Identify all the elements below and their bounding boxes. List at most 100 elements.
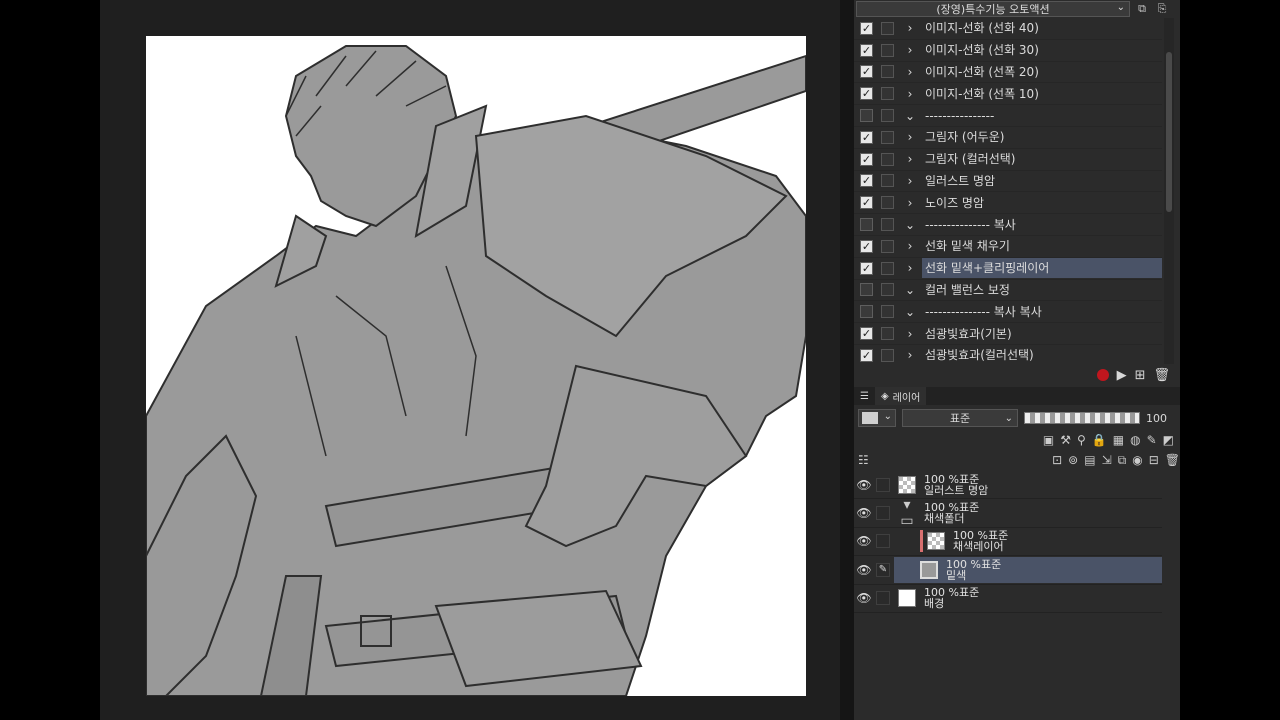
- dialog-toggle[interactable]: [881, 21, 894, 35]
- auto-action-item[interactable]: ✓ › 섬광빛효과(컬러선택): [854, 345, 1162, 364]
- dialog-toggle[interactable]: [881, 239, 894, 253]
- chevron-right-icon[interactable]: ›: [902, 196, 918, 210]
- auto-action-item[interactable]: ✓ › 그림자 (어두운): [854, 127, 1162, 149]
- chevron-right-icon[interactable]: ›: [902, 130, 918, 144]
- layer-lock-toggle[interactable]: [876, 591, 890, 606]
- auto-action-item[interactable]: ✓ › 섬광빛효과(기본): [854, 323, 1162, 345]
- chevron-right-icon[interactable]: ›: [902, 152, 918, 166]
- auto-action-item[interactable]: ⌄ --------------- 복사 복사: [854, 301, 1162, 324]
- dialog-toggle[interactable]: [881, 305, 894, 319]
- layer-lock-toggle[interactable]: [876, 477, 890, 492]
- chevron-right-icon[interactable]: ›: [902, 239, 918, 253]
- layer-body[interactable]: 100 %표준 배경: [894, 585, 1162, 611]
- enable-checkbox[interactable]: ✓: [860, 327, 873, 341]
- opacity-slider[interactable]: [1024, 412, 1140, 424]
- dialog-toggle[interactable]: [881, 348, 894, 362]
- chevron-right-icon[interactable]: ›: [902, 174, 918, 188]
- layer-color-picker[interactable]: ⌄: [858, 409, 896, 427]
- tab-layer[interactable]: ◈ 레이어: [874, 387, 927, 405]
- auto-action-item[interactable]: ✓ › 선화 밑색+클리핑레이어: [854, 258, 1162, 280]
- mask-icon[interactable]: ◍: [1130, 433, 1140, 447]
- auto-action-item[interactable]: ✓ › 선화 밑색 채우기: [854, 236, 1162, 258]
- layer-body[interactable]: 100 %표준 일러스트 명암: [894, 472, 1162, 498]
- mask-create-icon[interactable]: ◉: [1132, 453, 1142, 467]
- dialog-toggle[interactable]: [881, 196, 894, 210]
- dialog-toggle[interactable]: [881, 283, 894, 297]
- chevron-down-icon[interactable]: ⌄: [902, 109, 918, 123]
- drawing-canvas[interactable]: [146, 36, 806, 696]
- enable-checkbox[interactable]: [860, 283, 873, 297]
- new-raster-icon[interactable]: ⊡: [1052, 453, 1062, 467]
- chevron-right-icon[interactable]: ›: [902, 43, 918, 57]
- enable-checkbox[interactable]: ✓: [860, 130, 873, 144]
- layer-lock-toggle[interactable]: [876, 506, 890, 521]
- enable-checkbox[interactable]: ✓: [860, 152, 873, 166]
- panel-divider[interactable]: [840, 0, 854, 720]
- auto-action-item[interactable]: ✓ › 이미지-선화 (선폭 20): [854, 62, 1162, 84]
- dialog-toggle[interactable]: [881, 109, 894, 123]
- enable-checkbox[interactable]: ✓: [860, 43, 873, 57]
- auto-action-item[interactable]: ✓ › 그림자 (컬러선택): [854, 149, 1162, 171]
- auto-action-set-select[interactable]: (장영)특수기능 오토액션 ⌄: [856, 1, 1130, 17]
- enable-checkbox[interactable]: ✓: [860, 261, 873, 275]
- auto-action-item[interactable]: ⌄ 컬러 밸런스 보정: [854, 280, 1162, 302]
- auto-action-scrollbar[interactable]: [1164, 18, 1174, 364]
- enable-checkbox[interactable]: ✓: [860, 21, 873, 35]
- eye-icon[interactable]: 👁: [856, 591, 872, 605]
- dialog-toggle[interactable]: [881, 43, 894, 57]
- layer-body[interactable]: ▾ ▭ 100 %표준 채색폴더: [894, 497, 1162, 529]
- auto-action-item[interactable]: ✓ › 일러스트 명암: [854, 171, 1162, 193]
- layer-body[interactable]: 100 %표준 밑색: [894, 556, 1162, 583]
- auto-action-item[interactable]: ⌄ --------------- 복사: [854, 214, 1162, 236]
- chevron-down-icon[interactable]: ⌄: [902, 283, 918, 297]
- auto-action-item[interactable]: ✓ › 이미지-선화 (선폭 10): [854, 83, 1162, 106]
- record-icon[interactable]: [1096, 369, 1109, 381]
- delete-layer-icon[interactable]: 🗑: [1165, 453, 1180, 467]
- enable-checkbox[interactable]: ✓: [860, 174, 873, 188]
- export-icon[interactable]: ⎘: [1154, 2, 1170, 16]
- dialog-toggle[interactable]: [881, 261, 894, 275]
- layer-lock-toggle[interactable]: [876, 534, 890, 549]
- enable-checkbox[interactable]: [860, 218, 873, 232]
- chevron-down-icon[interactable]: ⌄: [902, 218, 918, 232]
- opacity-value[interactable]: 100: [1146, 412, 1167, 425]
- enable-checkbox[interactable]: ✓: [860, 65, 873, 79]
- add-action-icon[interactable]: ⊞: [1135, 368, 1146, 383]
- enable-checkbox[interactable]: ✓: [860, 348, 873, 362]
- lock-transparency-icon[interactable]: ▦: [1113, 433, 1124, 447]
- dialog-toggle[interactable]: [881, 327, 894, 341]
- dialog-toggle[interactable]: [881, 152, 894, 166]
- layer-row[interactable]: 👁 ▾ ▭ 100 %표준 채색폴더: [854, 497, 1162, 529]
- enable-checkbox[interactable]: [860, 109, 873, 123]
- eye-icon[interactable]: 👁: [856, 534, 872, 548]
- enable-checkbox[interactable]: ✓: [860, 87, 873, 101]
- chevron-right-icon[interactable]: ›: [902, 261, 918, 275]
- auto-action-item[interactable]: ✓ › 이미지-선화 (선화 30): [854, 40, 1162, 62]
- chevron-right-icon[interactable]: ›: [902, 327, 918, 341]
- copy-set-icon[interactable]: ⧉: [1134, 2, 1150, 16]
- ruler-icon[interactable]: ✎: [1147, 433, 1157, 447]
- blend-mode-select[interactable]: 표준 ⌄: [902, 409, 1018, 427]
- layer-row[interactable]: 👁 100 %표준 채색레이어: [854, 528, 1162, 557]
- chevron-down-icon[interactable]: ⌄: [902, 305, 918, 319]
- chevron-right-icon[interactable]: ›: [902, 21, 918, 35]
- enable-checkbox[interactable]: ✓: [860, 239, 873, 253]
- layer-property-icon[interactable]: ☷: [858, 453, 869, 467]
- combine-icon[interactable]: ⧉: [1118, 453, 1127, 468]
- auto-action-item[interactable]: ✓ › 이미지-선화 (선화 40): [854, 18, 1162, 40]
- auto-action-item[interactable]: ✓ › 노이즈 명암: [854, 192, 1162, 215]
- apply-mask-icon[interactable]: ⊟: [1149, 453, 1159, 467]
- enable-checkbox[interactable]: ✓: [860, 196, 873, 210]
- scroll-thumb[interactable]: [1166, 52, 1172, 212]
- chevron-right-icon[interactable]: ›: [902, 348, 918, 362]
- auto-action-item[interactable]: ⌄ ----------------: [854, 105, 1162, 127]
- layer-row[interactable]: 👁 ✎ 100 %표준 밑색: [854, 556, 1162, 585]
- trash-icon[interactable]: 🗑: [1153, 368, 1170, 383]
- menu-icon[interactable]: ☰: [854, 391, 875, 402]
- chevron-right-icon[interactable]: ›: [902, 87, 918, 101]
- dialog-toggle[interactable]: [881, 87, 894, 101]
- dialog-toggle[interactable]: [881, 130, 894, 144]
- play-icon[interactable]: ▶: [1117, 368, 1127, 383]
- new-vector-icon[interactable]: ⊚: [1068, 453, 1078, 467]
- new-folder-icon[interactable]: ▤: [1084, 453, 1095, 467]
